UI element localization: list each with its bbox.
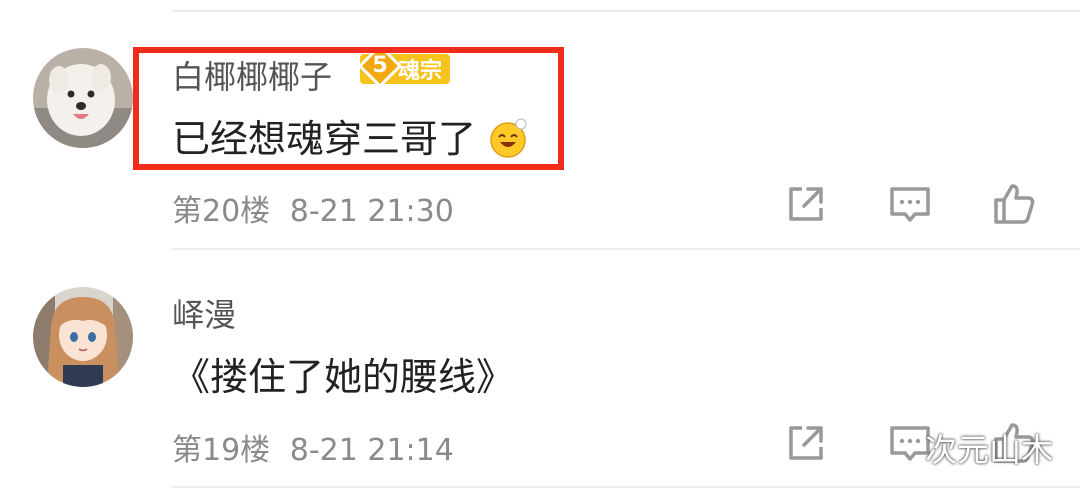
divider-middle — [172, 248, 1080, 250]
comment-meta: 第19楼 8-21 21:14 — [172, 425, 454, 469]
avatar[interactable] — [33, 48, 133, 148]
divider-top — [172, 10, 1080, 12]
username[interactable]: 峄漫 — [172, 290, 236, 336]
comment-time: 8-21 21:14 — [289, 433, 454, 468]
like-button[interactable] — [990, 180, 1038, 228]
like-icon — [994, 184, 1035, 224]
floor-number: 第19楼 — [172, 433, 271, 468]
comment-text-body: 《搂住了她的腰线》 — [172, 355, 515, 399]
divider-bottom — [172, 486, 1080, 488]
floor-number: 第20楼 — [172, 194, 271, 229]
reply-icon — [890, 187, 930, 222]
comment-meta: 第20楼 8-21 21:30 — [172, 186, 454, 230]
comment-text: 《搂住了她的腰线》 — [172, 346, 514, 401]
avatar[interactable] — [33, 287, 133, 387]
comment-time: 8-21 21:30 — [289, 194, 454, 229]
anime-girl-avatar-image — [33, 287, 133, 387]
share-icon — [789, 187, 823, 221]
share-icon — [789, 426, 823, 460]
watermark: 次元山木 — [925, 431, 1054, 469]
reply-button[interactable] — [886, 180, 934, 228]
share-button[interactable] — [782, 419, 830, 467]
highlight-box — [133, 47, 564, 170]
share-button[interactable] — [782, 180, 830, 228]
white-dog-avatar-image — [33, 48, 133, 148]
